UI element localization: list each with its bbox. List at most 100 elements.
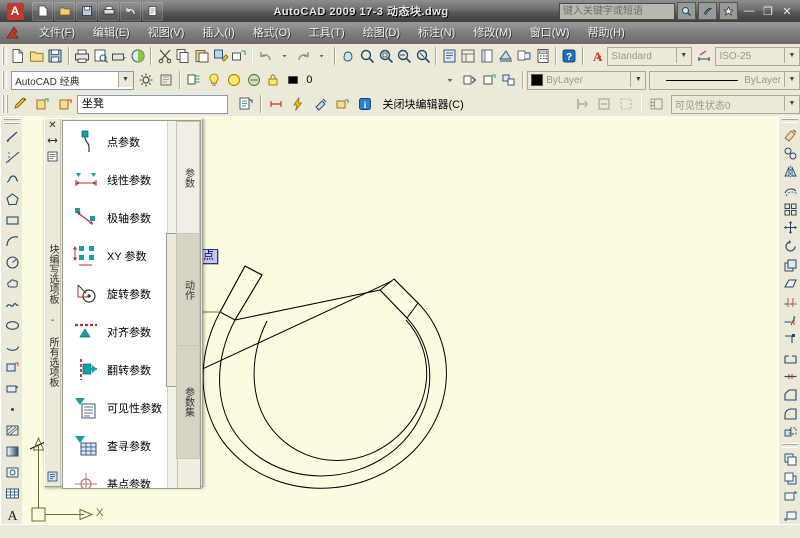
properties-icon[interactable] <box>142 1 163 21</box>
publish-icon[interactable] <box>110 45 129 68</box>
minimize-button[interactable]: — <box>742 5 756 18</box>
layer-previous-icon[interactable] <box>460 69 480 92</box>
search-icon[interactable] <box>677 2 696 20</box>
designcenter-icon[interactable] <box>459 45 478 68</box>
palette-tab-parameter-sets[interactable]: 参数集 <box>176 345 200 459</box>
send-to-back-icon[interactable] <box>779 469 800 488</box>
bring-above-object-icon[interactable] <box>779 488 800 507</box>
scale-icon[interactable] <box>779 256 800 275</box>
tool-palettes-icon[interactable] <box>478 45 497 68</box>
mirror-icon[interactable] <box>779 163 800 182</box>
properties-palette-icon[interactable] <box>440 45 459 68</box>
palette-item-visibility-parameter[interactable]: 可见性参数 <box>63 389 179 427</box>
infocenter-search-input[interactable]: 键入关键字或短语 <box>559 2 675 20</box>
erase-icon[interactable] <box>779 125 800 144</box>
chevron-down-icon[interactable]: ▼ <box>117 71 133 87</box>
revcloud-icon[interactable] <box>1 273 23 294</box>
pan-realtime-icon[interactable] <box>339 45 358 68</box>
save-block-as-icon[interactable] <box>55 93 77 116</box>
chevron-down-icon[interactable]: ▼ <box>675 47 691 63</box>
trim-icon[interactable] <box>779 293 800 312</box>
dim-style-combo[interactable]: ISO-25 ▼ <box>715 46 800 66</box>
gradient-icon[interactable] <box>1 441 23 462</box>
close-button[interactable]: ✕ <box>780 5 794 18</box>
construction-line-icon[interactable] <box>1 147 23 168</box>
parameter-icon[interactable] <box>265 93 287 116</box>
layer-freeze-icon[interactable] <box>224 69 244 92</box>
redo-dropdown-icon[interactable] <box>312 45 331 68</box>
layer-combo-arrow-icon[interactable] <box>440 69 460 92</box>
update-parameters-icon[interactable] <box>332 93 354 116</box>
zoom-window-icon[interactable] <box>376 45 395 68</box>
object-color-combo[interactable]: ByLayer ▼ <box>527 70 647 90</box>
plot-icon[interactable] <box>73 45 92 68</box>
redo-icon[interactable] <box>294 45 313 68</box>
move-icon[interactable] <box>779 218 800 237</box>
dim-style-icon[interactable] <box>695 45 714 68</box>
join-icon[interactable] <box>779 368 800 387</box>
break-at-point-icon[interactable] <box>779 330 800 349</box>
point-icon[interactable] <box>1 399 23 420</box>
table-icon[interactable] <box>1 483 23 504</box>
new-icon[interactable] <box>9 45 28 68</box>
plot-icon[interactable] <box>98 1 119 21</box>
spline-icon[interactable] <box>1 294 23 315</box>
palette-item-rotation-parameter[interactable]: 旋转参数 <box>63 275 179 313</box>
lock-toolbars-icon[interactable] <box>156 69 176 92</box>
edit-block-definition-icon[interactable] <box>10 93 32 116</box>
paste-icon[interactable] <box>193 45 212 68</box>
3dprint-icon[interactable] <box>129 45 148 68</box>
palette-item-lookup-parameter[interactable]: 查寻参数 <box>63 427 179 465</box>
visibility-states-icon[interactable] <box>645 93 667 116</box>
zoom-realtime-icon[interactable] <box>358 45 377 68</box>
sheetset-icon[interactable] <box>496 45 515 68</box>
break-icon[interactable] <box>779 349 800 368</box>
info-icon[interactable]: i <box>354 93 376 116</box>
undo-icon[interactable] <box>256 45 275 68</box>
zoom-dynamic-icon[interactable] <box>414 45 433 68</box>
plot-preview-icon[interactable] <box>91 45 110 68</box>
text-style-combo[interactable]: Standard ▼ <box>607 46 692 66</box>
menu-tools[interactable]: 工具(T) <box>300 23 354 43</box>
polygon-icon[interactable] <box>1 189 23 210</box>
menu-format[interactable]: 格式(O) <box>244 23 300 43</box>
block-list-icon[interactable] <box>234 93 256 116</box>
visibility-state-combo[interactable]: 可见性状态0 ▼ <box>670 94 800 114</box>
toolbar-grip[interactable] <box>782 118 798 124</box>
layer-match-icon[interactable] <box>500 69 520 92</box>
ellipse-icon[interactable] <box>1 315 23 336</box>
open-file-icon[interactable] <box>54 1 75 21</box>
action-icon[interactable] <box>287 93 309 116</box>
palette-item-point-parameter[interactable]: 点参数 <box>63 123 179 161</box>
open-icon[interactable] <box>27 45 46 68</box>
toolbar-grip[interactable] <box>2 71 8 89</box>
copy-object-icon[interactable] <box>779 144 800 163</box>
zoom-previous-icon[interactable] <box>395 45 414 68</box>
extend-icon[interactable] <box>779 312 800 331</box>
multiline-text-icon[interactable]: A <box>1 504 23 525</box>
workspace-combo[interactable]: AutoCAD 经典 ▼ <box>11 70 134 90</box>
layer-make-current-icon[interactable] <box>480 69 500 92</box>
make-block-icon[interactable] <box>1 378 23 399</box>
chevron-down-icon[interactable]: ▼ <box>783 95 799 111</box>
arc-icon[interactable] <box>1 231 23 252</box>
rotate-icon[interactable] <box>779 237 800 256</box>
copy-icon[interactable] <box>174 45 193 68</box>
block-name-input[interactable]: 坐凳 <box>76 94 229 114</box>
toolbar-grip[interactable] <box>2 47 7 65</box>
palette-tab-actions[interactable]: 动作 <box>176 233 200 347</box>
chevron-down-icon[interactable]: ▼ <box>783 71 799 87</box>
signin-icon[interactable] <box>698 2 717 20</box>
fillet-icon[interactable] <box>779 405 800 424</box>
insert-block-icon[interactable] <box>1 357 23 378</box>
menu-file[interactable]: 文件(F) <box>30 23 84 43</box>
layer-properties-icon[interactable] <box>184 69 204 92</box>
layer-color-swatch-icon[interactable] <box>283 69 303 92</box>
text-style-icon[interactable]: A <box>587 45 606 68</box>
menu-help[interactable]: 帮助(H) <box>579 23 634 43</box>
application-menu-button[interactable]: A <box>2 0 28 22</box>
layer-freeze-vp-icon[interactable] <box>244 69 264 92</box>
circle-icon[interactable] <box>1 252 23 273</box>
save-file-icon[interactable] <box>76 1 97 21</box>
markup-icon[interactable] <box>515 45 534 68</box>
